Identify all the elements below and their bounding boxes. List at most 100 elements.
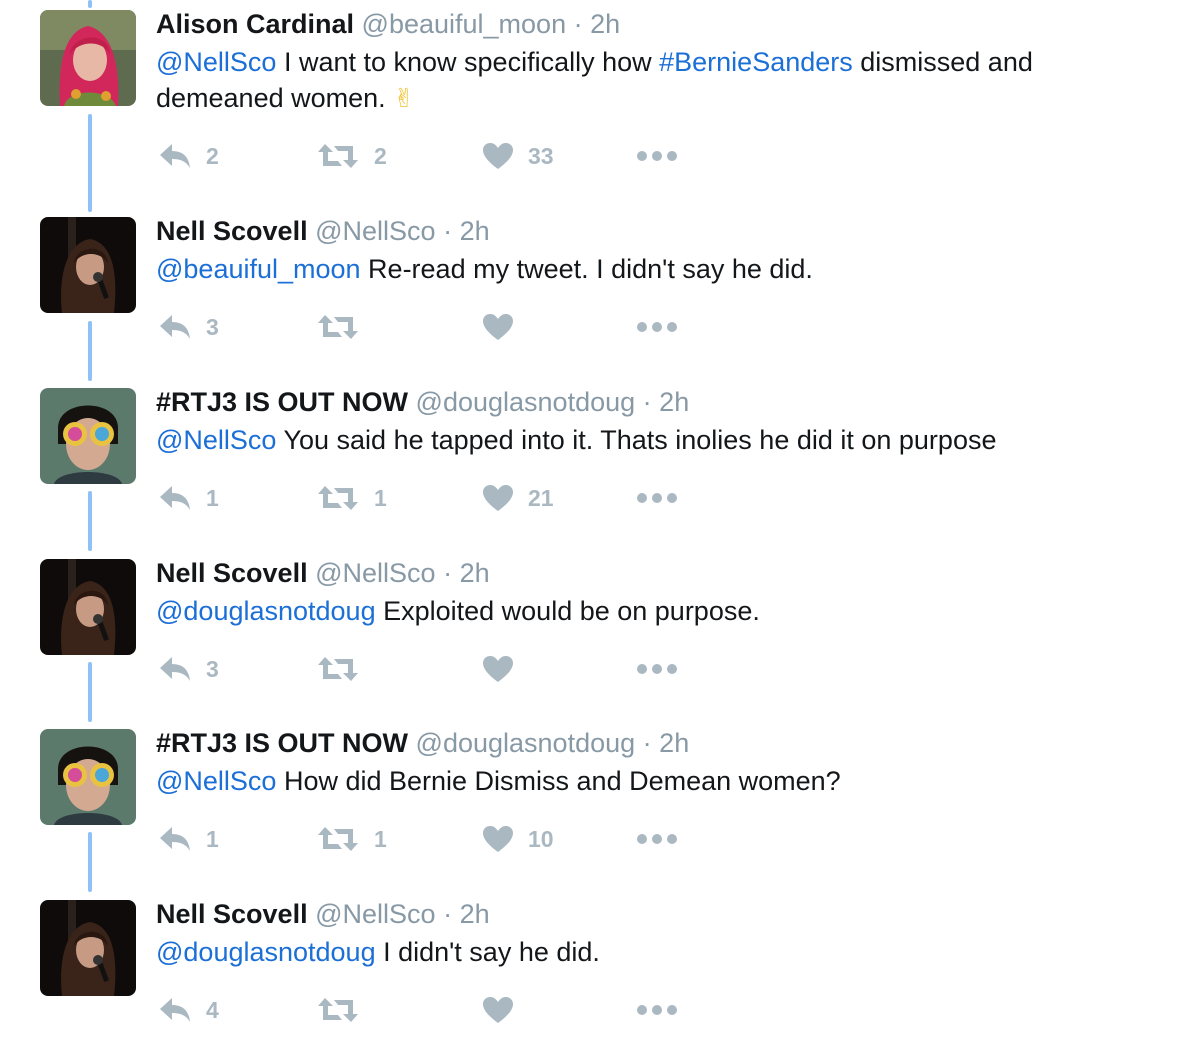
more-dots-icon	[637, 1005, 677, 1015]
avatar[interactable]	[40, 729, 136, 825]
reply-button[interactable]: 2	[158, 136, 219, 176]
avatar-woman-red-hair-image	[40, 10, 136, 106]
avatar-man-colorful-glasses-image	[40, 388, 136, 484]
heart-icon	[483, 656, 513, 682]
avatar[interactable]	[40, 388, 136, 484]
tweet-header: Nell Scovell @NellSco · 2h	[156, 557, 490, 589]
author-name[interactable]: #RTJ3 IS OUT NOW	[156, 728, 408, 758]
more-dots-icon	[637, 151, 677, 161]
author-name[interactable]: Nell Scovell	[156, 216, 308, 246]
retweet-icon	[318, 144, 358, 168]
reply-icon	[160, 486, 190, 510]
more-button[interactable]	[636, 478, 678, 518]
reply-icon	[160, 657, 190, 681]
tweet-text-part: I want to know specifically how	[276, 47, 660, 77]
retweet-button[interactable]: 1	[316, 478, 387, 518]
more-button[interactable]	[636, 649, 678, 689]
tweet-item[interactable]: #RTJ3 IS OUT NOW @douglasnotdoug · 2h @N…	[0, 719, 1200, 889]
like-button[interactable]	[482, 990, 528, 1030]
author-handle[interactable]: @beauiful_moon	[362, 9, 567, 39]
reply-count: 4	[206, 996, 219, 1023]
mention-link[interactable]: @NellSco	[156, 47, 276, 77]
tweet-text-part: Exploited would be on purpose.	[375, 596, 760, 626]
mention-link[interactable]: @beauiful_moon	[156, 254, 361, 284]
retweet-button[interactable]	[316, 990, 374, 1030]
tweet-item[interactable]: Nell Scovell @NellSco · 2h @beauiful_moo…	[0, 207, 1200, 377]
retweet-icon	[318, 315, 358, 339]
retweet-button[interactable]: 2	[316, 136, 387, 176]
author-handle[interactable]: @NellSco	[315, 558, 435, 588]
timestamp[interactable]: 2h	[590, 9, 620, 39]
heart-icon	[483, 826, 513, 852]
tweet-text: @NellSco You said he tapped into it. Tha…	[156, 422, 1156, 458]
avatar[interactable]	[40, 217, 136, 313]
like-button[interactable]: 10	[482, 819, 554, 859]
timestamp[interactable]: 2h	[460, 899, 490, 929]
more-dots-icon	[637, 322, 677, 332]
author-handle[interactable]: @douglasnotdoug	[416, 728, 636, 758]
more-button[interactable]	[636, 819, 678, 859]
tweet-header: Nell Scovell @NellSco · 2h	[156, 215, 490, 247]
author-name[interactable]: Nell Scovell	[156, 558, 308, 588]
author-handle[interactable]: @NellSco	[315, 899, 435, 929]
author-name[interactable]: Nell Scovell	[156, 899, 308, 929]
reply-button[interactable]: 1	[158, 478, 219, 518]
hashtag-link[interactable]: #BernieSanders	[659, 47, 853, 77]
tweet-item[interactable]: #RTJ3 IS OUT NOW @douglasnotdoug · 2h @N…	[0, 378, 1200, 548]
like-button[interactable]: 33	[482, 136, 554, 176]
avatar-woman-microphone-image	[40, 559, 136, 655]
mention-link[interactable]: @NellSco	[156, 425, 276, 455]
tweet-text-part: You said he tapped into it. Thats inolie…	[276, 425, 997, 455]
victory-hand-emoji: ✌	[393, 83, 415, 113]
mention-link[interactable]: @douglasnotdoug	[156, 937, 376, 967]
more-button[interactable]	[636, 136, 678, 176]
reply-button[interactable]: 3	[158, 307, 219, 347]
tweet-text: @NellSco I want to know specifically how…	[156, 44, 1156, 116]
tweet-text-part: I didn't say he did.	[375, 937, 600, 967]
avatar-woman-microphone-image	[40, 217, 136, 313]
tweet-header: Nell Scovell @NellSco · 2h	[156, 898, 490, 930]
like-button[interactable]: 21	[482, 478, 554, 518]
tweet-actions: 4	[156, 990, 716, 1030]
mention-link[interactable]: @douglasnotdoug	[156, 596, 376, 626]
retweet-button[interactable]	[316, 649, 374, 689]
author-handle[interactable]: @douglasnotdoug	[416, 387, 636, 417]
heart-icon	[483, 485, 513, 511]
avatar[interactable]	[40, 10, 136, 106]
heart-icon	[483, 997, 513, 1023]
author-name[interactable]: Alison Cardinal	[156, 9, 354, 39]
tweet-text-part: How did Bernie Dismiss and Demean women?	[276, 766, 841, 796]
retweet-count: 1	[374, 484, 387, 511]
retweet-count: 1	[374, 825, 387, 852]
timestamp[interactable]: 2h	[659, 728, 689, 758]
reply-count: 1	[206, 484, 219, 511]
timestamp[interactable]: 2h	[460, 558, 490, 588]
retweet-button[interactable]: 1	[316, 819, 387, 859]
retweet-count: 2	[374, 142, 387, 169]
mention-link[interactable]: @NellSco	[156, 766, 276, 796]
reply-button[interactable]: 3	[158, 649, 219, 689]
timestamp[interactable]: 2h	[659, 387, 689, 417]
author-handle[interactable]: @NellSco	[315, 216, 435, 246]
avatar[interactable]	[40, 900, 136, 996]
tweet-text-part: Re-read my tweet. I didn't say he did.	[360, 254, 813, 284]
tweet-item[interactable]: Alison Cardinal @beauiful_moon · 2h @Nel…	[0, 0, 1200, 170]
more-button[interactable]	[636, 990, 678, 1030]
like-button[interactable]	[482, 307, 528, 347]
retweet-button[interactable]	[316, 307, 374, 347]
reply-button[interactable]: 4	[158, 990, 219, 1030]
like-button[interactable]	[482, 649, 528, 689]
reply-count: 1	[206, 825, 219, 852]
reply-icon	[160, 144, 190, 168]
tweet-item[interactable]: Nell Scovell @NellSco · 2h @douglasnotdo…	[0, 890, 1200, 1046]
separator-dot: ·	[443, 899, 453, 929]
more-button[interactable]	[636, 307, 678, 347]
author-name[interactable]: #RTJ3 IS OUT NOW	[156, 387, 408, 417]
timestamp[interactable]: 2h	[460, 216, 490, 246]
tweet-actions: 1 1 10	[156, 819, 716, 859]
reply-button[interactable]: 1	[158, 819, 219, 859]
tweet-text: @douglasnotdoug Exploited would be on pu…	[156, 593, 1156, 629]
tweet-header: #RTJ3 IS OUT NOW @douglasnotdoug · 2h	[156, 386, 689, 418]
avatar[interactable]	[40, 559, 136, 655]
tweet-item[interactable]: Nell Scovell @NellSco · 2h @douglasnotdo…	[0, 549, 1200, 719]
